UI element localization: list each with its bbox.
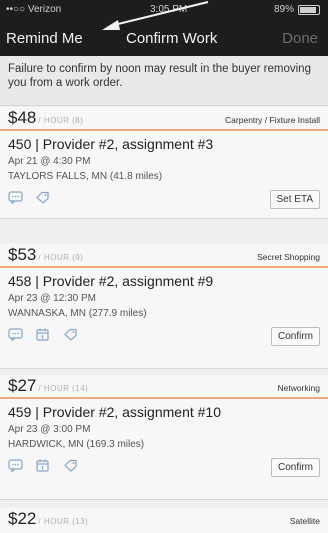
category-label: Carpentry / Fixture Install <box>225 115 320 125</box>
work-order-card[interactable]: $53/ HOUR (9) Secret Shopping 458 | Prov… <box>0 244 328 369</box>
card-header: $53/ HOUR (9) Secret Shopping <box>0 244 328 268</box>
confirm-button[interactable]: Confirm <box>270 327 320 346</box>
card-header: $48/ HOUR (8) Carpentry / Fixture Instal… <box>0 107 328 131</box>
remind-me-button[interactable]: Remind Me <box>6 30 83 47</box>
category-label: Networking <box>277 383 320 393</box>
rate-unit: / HOUR (9) <box>38 253 84 262</box>
card-icons <box>8 191 58 207</box>
work-order-title: 459 | Provider #2, assignment #10 <box>8 404 221 420</box>
work-order-location: TAYLORS FALLS, MN (41.8 miles) <box>8 171 163 182</box>
calendar-icon[interactable] <box>35 459 50 472</box>
done-button[interactable]: Done <box>282 30 318 47</box>
price-value: $22 <box>8 509 37 528</box>
price: $48/ HOUR (8) <box>8 108 83 128</box>
work-order-location: HARDWICK, MN (169.3 miles) <box>8 439 145 450</box>
rate-unit: / HOUR (8) <box>38 116 84 125</box>
tag-icon[interactable] <box>63 459 78 472</box>
chat-icon[interactable] <box>8 459 23 473</box>
card-icons <box>8 328 86 344</box>
category-label: Secret Shopping <box>257 252 320 262</box>
rate-unit: / HOUR (13) <box>38 517 89 526</box>
tag-icon[interactable] <box>63 328 78 341</box>
set-eta-button[interactable]: Set ETA <box>269 190 320 209</box>
annotation-arrow <box>102 1 209 30</box>
chat-icon[interactable] <box>8 191 23 205</box>
price: $27/ HOUR (14) <box>8 376 88 396</box>
work-order-card[interactable]: $22/ HOUR (13) Satellite <box>0 508 328 533</box>
confirm-button[interactable]: Confirm <box>270 458 320 477</box>
chat-icon[interactable] <box>8 328 23 342</box>
card-icons <box>8 459 86 475</box>
battery-percent: 89% <box>273 4 294 15</box>
work-order-date: Apr 23 @ 3:00 PM <box>8 424 91 435</box>
work-order-card[interactable]: $27/ HOUR (14) Networking 459 | Provider… <box>0 375 328 500</box>
price: $53/ HOUR (9) <box>8 245 83 265</box>
battery-level <box>300 7 317 13</box>
card-header: $27/ HOUR (14) Networking <box>0 375 328 399</box>
rate-unit: / HOUR (14) <box>38 384 89 393</box>
work-order-location: WANNASKA, MN (277.9 miles) <box>8 308 147 319</box>
work-order-title: 450 | Provider #2, assignment #3 <box>8 136 214 152</box>
price-value: $48 <box>8 108 37 127</box>
calendar-icon[interactable] <box>35 328 50 341</box>
category-label: Satellite <box>289 516 320 526</box>
work-order-date: Apr 23 @ 12:30 PM <box>8 293 96 304</box>
price: $22/ HOUR (13) <box>8 509 88 529</box>
carrier-label: ••○○ Verizon <box>6 4 62 15</box>
work-order-title: 458 | Provider #2, assignment #9 <box>8 273 214 289</box>
work-order-date: Apr 21 @ 4:30 PM <box>8 156 91 167</box>
card-header: $22/ HOUR (13) Satellite <box>0 508 328 532</box>
confirm-notice: Failure to confirm by noon may result in… <box>0 56 328 106</box>
price-value: $53 <box>8 245 37 264</box>
battery-icon <box>298 5 320 15</box>
price-value: $27 <box>8 376 37 395</box>
tag-icon[interactable] <box>35 191 50 204</box>
work-order-card[interactable]: $48/ HOUR (8) Carpentry / Fixture Instal… <box>0 107 328 219</box>
